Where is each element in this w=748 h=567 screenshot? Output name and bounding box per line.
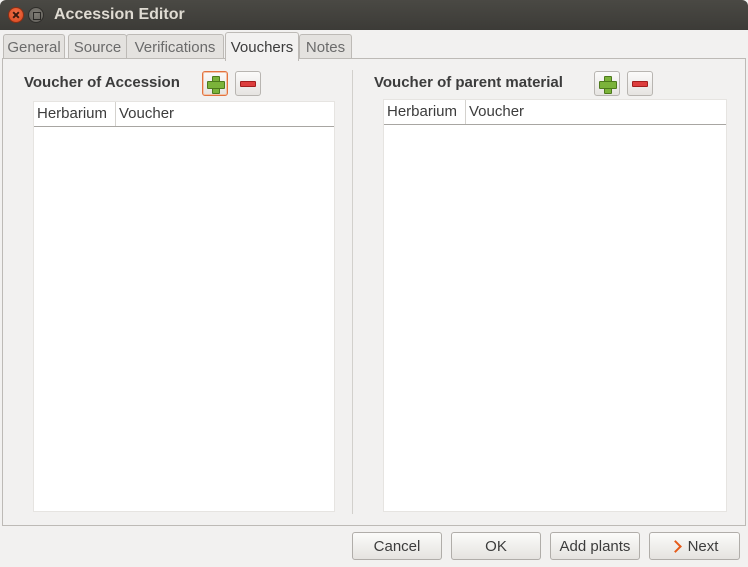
close-icon[interactable]: [8, 7, 24, 23]
add-parent-voucher-button[interactable]: [594, 71, 620, 96]
ok-button-label: OK: [485, 537, 507, 555]
title-bar: Accession Editor: [0, 0, 748, 30]
accession-voucher-title: Voucher of Accession: [24, 74, 180, 91]
tab-notes[interactable]: Notes: [299, 34, 352, 59]
tab-vouchers[interactable]: Vouchers: [225, 32, 299, 61]
parent-voucher-table[interactable]: Herbarium Voucher: [383, 99, 727, 512]
column-header-voucher[interactable]: Voucher: [115, 102, 335, 126]
next-button[interactable]: Next: [649, 532, 740, 560]
remove-parent-voucher-button[interactable]: [627, 71, 653, 96]
section-divider: [352, 70, 353, 514]
chevron-right-icon: [668, 539, 682, 553]
add-accession-voucher-button[interactable]: [202, 71, 228, 96]
table-header: Herbarium Voucher: [34, 102, 334, 127]
maximize-icon[interactable]: [28, 7, 44, 23]
plus-icon: [207, 75, 225, 94]
window-title: Accession Editor: [54, 6, 185, 23]
plus-icon: [599, 75, 617, 94]
column-header-herbarium[interactable]: Herbarium: [34, 102, 116, 126]
tab-verifications[interactable]: Verifications: [126, 34, 224, 59]
accession-voucher-table[interactable]: Herbarium Voucher: [33, 101, 335, 512]
minus-icon: [240, 80, 256, 87]
column-header-herbarium[interactable]: Herbarium: [384, 100, 466, 124]
tab-source[interactable]: Source: [68, 34, 127, 59]
add-plants-button[interactable]: Add plants: [550, 532, 640, 560]
minus-icon: [632, 80, 648, 87]
remove-accession-voucher-button[interactable]: [235, 71, 261, 96]
column-header-voucher[interactable]: Voucher: [465, 100, 727, 124]
ok-button[interactable]: OK: [451, 532, 541, 560]
cancel-button-label: Cancel: [373, 537, 421, 555]
parent-voucher-title: Voucher of parent material: [374, 74, 563, 91]
next-button-label: Next: [687, 537, 719, 555]
table-header: Herbarium Voucher: [384, 100, 726, 125]
tab-general[interactable]: General: [3, 34, 65, 59]
cancel-button[interactable]: Cancel: [352, 532, 442, 560]
add-plants-button-label: Add plants: [559, 537, 631, 555]
